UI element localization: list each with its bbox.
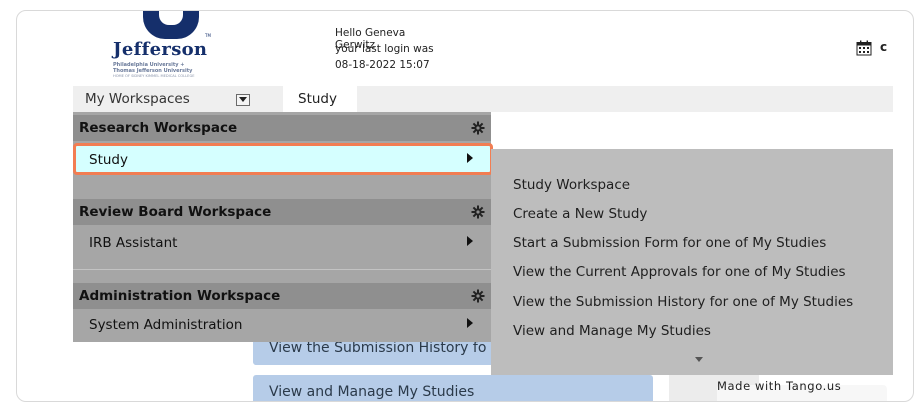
my-workspaces-menu[interactable]: My Workspaces: [85, 91, 190, 107]
greeting-area: Hello Geneva Gerwitz your last login was…: [283, 11, 443, 83]
gear-icon[interactable]: [471, 289, 485, 303]
submenu-item-create-new-study[interactable]: Create a New Study: [513, 206, 647, 222]
submenu-item-view-submission-history[interactable]: View the Submission History for one of M…: [513, 294, 853, 310]
menu-item-system-administration[interactable]: System Administration: [89, 317, 242, 333]
logo-wordmark: Jefferson: [113, 39, 208, 60]
tango-watermark-label: Made with Tango.us: [717, 379, 842, 393]
screenshot-frame: TM Jefferson Philadelphia University + T…: [16, 10, 914, 402]
header-truncated-label: c: [880, 40, 888, 54]
section-title-review-board-workspace: Review Board Workspace: [79, 204, 272, 220]
logo-area: TM Jefferson Philadelphia University + T…: [73, 11, 283, 83]
chevron-right-icon: [467, 236, 473, 246]
calendar-icon[interactable]: [856, 40, 872, 56]
submenu-item-view-manage-studies[interactable]: View and Manage My Studies: [513, 323, 711, 339]
menu-item-study-label: Study: [89, 152, 128, 168]
section-title-administration-workspace: Administration Workspace: [79, 288, 281, 304]
greeting-login-label: your last login was: [335, 43, 434, 55]
section-title-research-workspace: Research Workspace: [79, 120, 238, 136]
gear-icon[interactable]: [471, 121, 485, 135]
view-submission-history-label: View the Submission History fo: [269, 340, 487, 356]
logo-trademark: TM: [205, 33, 211, 38]
nav-bar: [73, 86, 893, 112]
menu-item-study[interactable]: [73, 143, 493, 175]
tab-study-label[interactable]: Study: [298, 91, 337, 107]
jefferson-logo-mark: [143, 11, 199, 39]
workspaces-dropdown-icon[interactable]: [236, 94, 250, 106]
gear-icon[interactable]: [471, 205, 485, 219]
submenu-item-study-workspace[interactable]: Study Workspace: [513, 177, 630, 193]
logo-subline-3: HOME OF SIDNEY KIMMEL MEDICAL COLLEGE: [113, 74, 195, 78]
application-window: TM Jefferson Philadelphia University + T…: [73, 11, 893, 401]
menu-item-irb-assistant[interactable]: IRB Assistant: [89, 235, 177, 251]
greeting-login-time: 08-18-2022 15:07: [335, 59, 430, 71]
menu-divider: [73, 269, 491, 270]
submenu-item-view-current-approvals[interactable]: View the Current Approvals for one of My…: [513, 264, 846, 280]
chevron-right-icon: [467, 318, 473, 328]
submenu-item-start-submission-form[interactable]: Start a Submission Form for one of My St…: [513, 235, 826, 251]
chevron-right-icon: [467, 153, 473, 163]
chevron-down-icon[interactable]: [695, 357, 703, 362]
